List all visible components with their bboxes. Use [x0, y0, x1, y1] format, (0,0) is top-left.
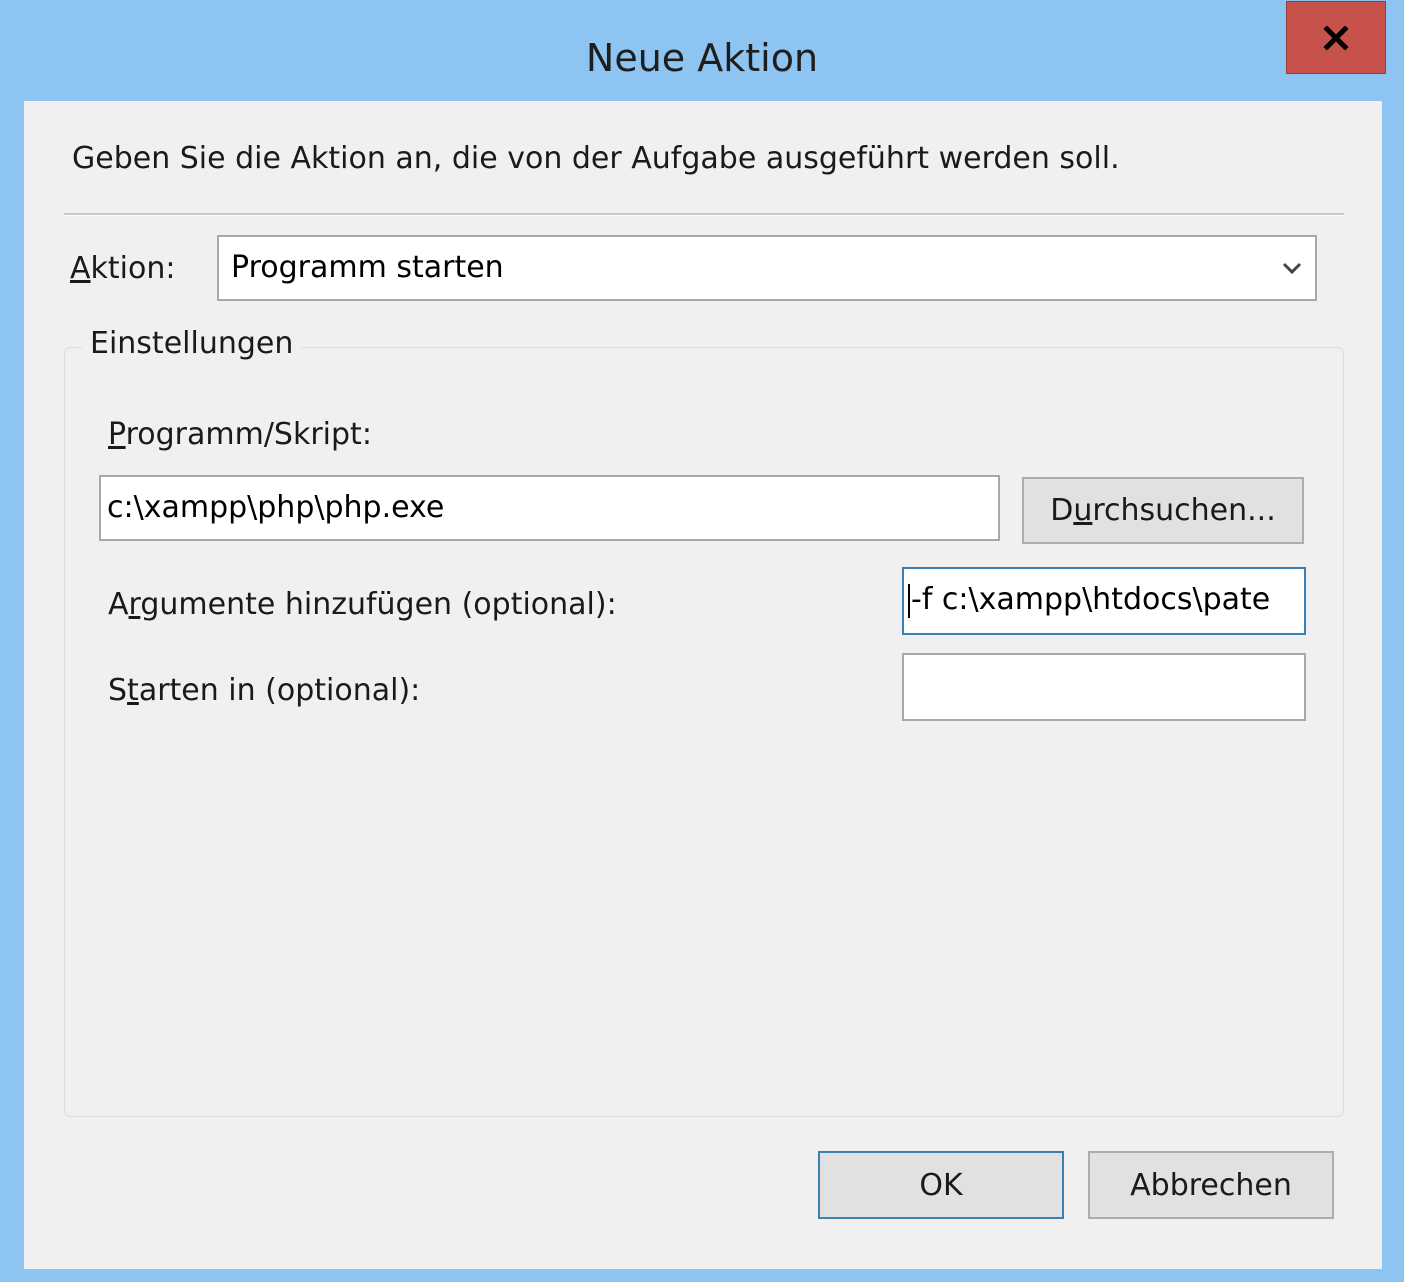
program-label: Programm/Skript: [108, 417, 372, 452]
program-label-mnemonic: P [108, 417, 126, 452]
action-label: Aktion: [70, 251, 175, 286]
dialog-client-area: Geben Sie die Aktion an, die von der Auf… [24, 101, 1382, 1269]
window-title: Neue Aktion [585, 36, 819, 80]
start-in-label: Starten in (optional): [108, 673, 421, 708]
program-input[interactable]: c:\xampp\php\php.exe [99, 475, 1000, 541]
text-caret [908, 583, 910, 618]
separator [64, 213, 1344, 216]
program-input-value: c:\xampp\php\php.exe [107, 490, 445, 525]
instruction-text: Geben Sie die Aktion an, die von der Auf… [72, 141, 1120, 176]
action-label-rest: ktion: [90, 251, 176, 286]
arguments-input[interactable]: -f c:\xampp\htdocs\pate [902, 567, 1306, 635]
settings-group-title: Einstellungen [82, 326, 302, 361]
title-bar: Neue Aktion [0, 0, 1404, 101]
cancel-button[interactable]: Abbrechen [1088, 1151, 1334, 1219]
close-icon [1323, 25, 1349, 50]
start-in-input[interactable] [902, 653, 1306, 721]
arguments-label: Argumente hinzufügen (optional): [108, 587, 617, 622]
action-label-mnemonic: A [70, 251, 91, 286]
action-select[interactable]: Programm starten [217, 235, 1317, 301]
chevron-down-icon [1282, 262, 1302, 275]
close-button[interactable] [1286, 1, 1386, 74]
action-select-value: Programm starten [231, 250, 504, 285]
ok-button[interactable]: OK [818, 1151, 1064, 1219]
browse-button[interactable]: Durchsuchen... [1022, 477, 1304, 544]
settings-group [64, 347, 1344, 1117]
arguments-input-value: -f c:\xampp\htdocs\pate [908, 569, 1270, 631]
program-label-rest: rogramm/Skript: [125, 417, 372, 452]
browse-button-label: Durchsuchen... [1050, 493, 1276, 528]
